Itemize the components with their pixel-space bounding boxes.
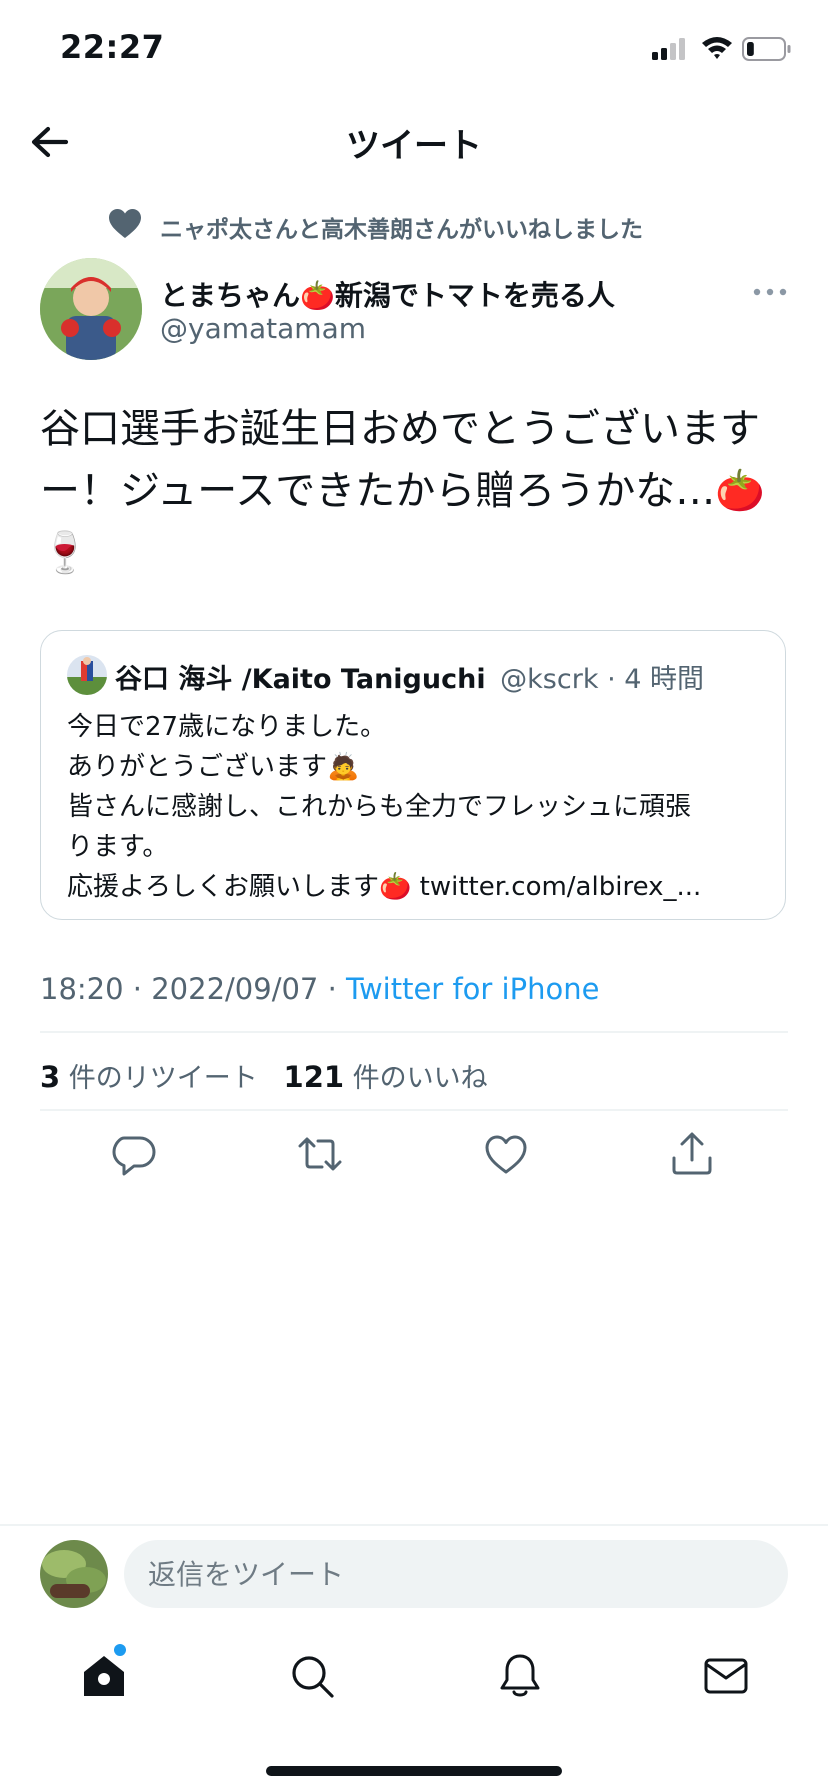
divider: [40, 1031, 788, 1033]
user-avatar-image: [40, 1540, 108, 1608]
engagement-stats: 3 件のリツイート 121 件のいいね: [40, 1056, 488, 1095]
user-avatar[interactable]: [40, 1540, 108, 1608]
page-title: ツイート: [346, 126, 482, 166]
home-indicator: [266, 1766, 562, 1776]
more-icon[interactable]: [752, 282, 788, 302]
author-display-name[interactable]: とまちゃん🍅新潟でトマトを売る人: [160, 274, 615, 314]
quote-header: 谷口 海斗 /Kaito Taniguchi @kscrk · 4 時間: [115, 657, 704, 696]
retweets-label: 件のリツイート: [68, 1063, 258, 1094]
wifi-icon: [702, 37, 732, 59]
search-icon[interactable]: [288, 1652, 336, 1700]
divider: [40, 1109, 788, 1111]
likes-count: 121: [283, 1060, 345, 1094]
liked-heart-icon: [109, 209, 141, 238]
author-handle[interactable]: @yamatamam: [160, 312, 366, 345]
back-arrow-icon[interactable]: [26, 118, 74, 166]
author-avatar[interactable]: [40, 258, 142, 360]
cellular-signal-icon: [652, 38, 685, 60]
home-icon[interactable]: [80, 1652, 128, 1700]
quote-author-avatar: [67, 655, 107, 695]
tweet-source-link[interactable]: Twitter for iPhone: [346, 972, 599, 1006]
retweet-icon[interactable]: [296, 1130, 344, 1178]
battery-icon: [742, 37, 791, 61]
quote-avatar-image: [67, 655, 107, 695]
social-context-text[interactable]: ニャポ太さんと高木善朗さんがいいねしました: [160, 210, 643, 244]
author-avatar-image: [40, 258, 142, 360]
retweets-count: 3: [40, 1060, 61, 1094]
reply-icon[interactable]: [110, 1130, 158, 1178]
bell-icon[interactable]: [496, 1652, 544, 1700]
likes-label: 件のいいね: [352, 1063, 488, 1094]
tweet-time-date: 18:20 · 2022/09/07 ·: [40, 972, 347, 1006]
retweets-stat[interactable]: 3 件のリツイート: [40, 1060, 258, 1094]
like-heart-icon[interactable]: [482, 1130, 530, 1178]
quote-timestamp: · 4 時間: [607, 664, 704, 695]
mail-icon[interactable]: [702, 1652, 750, 1700]
status-time: 22:27: [60, 28, 165, 66]
notification-dot: [114, 1644, 126, 1656]
quote-tweet-card[interactable]: 谷口 海斗 /Kaito Taniguchi @kscrk · 4 時間 今日で…: [40, 630, 786, 920]
divider: [0, 1524, 828, 1526]
quote-author-handle: @kscrk: [500, 664, 599, 695]
tweet-timestamp: 18:20 · 2022/09/07 · Twitter for iPhone: [40, 972, 599, 1006]
quote-author-name: 谷口 海斗 /Kaito Taniguchi: [115, 664, 486, 695]
tweet-text: 谷口選手お誕生日おめでとうございます ー！ジュースできたから贈ろうかな…🍅 🍷: [40, 406, 766, 576]
share-icon[interactable]: [668, 1130, 716, 1178]
quote-tweet-text: 今日で27歳になりました。 ありがとうございます🙇 皆さんに感謝し、これからも全…: [67, 712, 702, 902]
likes-stat[interactable]: 121 件のいいね: [283, 1060, 488, 1094]
reply-input[interactable]: [124, 1540, 788, 1608]
